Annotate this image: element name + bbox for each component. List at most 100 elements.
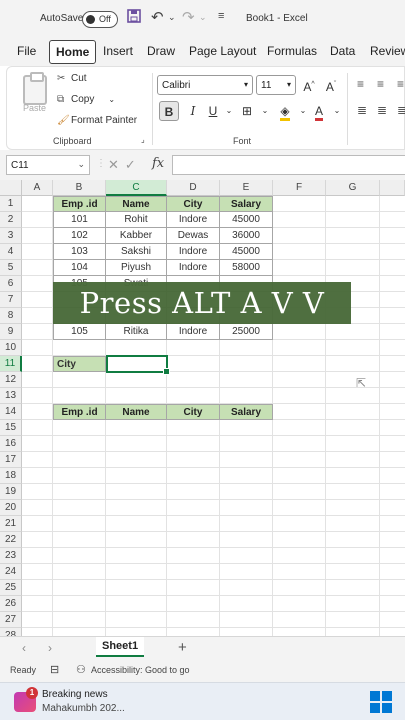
italic-button[interactable]: I <box>183 101 203 121</box>
column-header-g[interactable]: G <box>326 180 380 196</box>
active-cell-c11[interactable] <box>106 355 170 375</box>
row-header-10[interactable]: 10 <box>0 340 22 356</box>
cut-button[interactable]: ✂ Cut <box>57 73 87 84</box>
align-center-icon[interactable]: ≣ <box>377 103 387 117</box>
news-title[interactable]: Breaking news <box>42 689 108 700</box>
redo-dropdown-icon[interactable]: ⌄ <box>199 12 207 23</box>
font-color-icon[interactable]: A <box>309 101 329 121</box>
table-cell[interactable]: 104 <box>53 260 106 276</box>
select-all-corner[interactable] <box>0 180 22 196</box>
column-header-b[interactable]: B <box>53 180 106 196</box>
font-family-select[interactable]: Calibri ▾ <box>157 75 253 95</box>
format-painter-button[interactable]: 🖌Format Painter <box>57 115 137 126</box>
font-color-dropdown-icon[interactable]: ⌄ <box>327 101 347 121</box>
news-subtitle[interactable]: Mahakumbh 202... <box>42 703 125 714</box>
clipboard-launcher-icon[interactable]: ⌟ <box>141 135 145 144</box>
sheet-next-icon[interactable]: › <box>48 641 52 655</box>
table-cell[interactable]: 102 <box>53 228 106 244</box>
tab-draw[interactable]: Draw <box>147 44 175 58</box>
windows-start-icon[interactable] <box>370 691 392 713</box>
row-header-9[interactable]: 9 <box>0 324 22 340</box>
paste-icon[interactable] <box>23 72 47 105</box>
formula-input[interactable] <box>172 155 405 175</box>
add-sheet-icon[interactable]: + <box>178 639 187 656</box>
table-cell[interactable]: Ritika <box>106 324 167 340</box>
borders-dropdown-icon[interactable]: ⌄ <box>255 101 275 121</box>
table-header-cell[interactable]: Name <box>106 196 167 212</box>
insert-function-icon[interactable]: fx <box>152 156 164 171</box>
row-header-1[interactable]: 1 <box>0 196 22 212</box>
table-cell[interactable]: 105 <box>53 324 106 340</box>
row-header-7[interactable]: 7 <box>0 292 22 308</box>
row-header-8[interactable]: 8 <box>0 308 22 324</box>
row-header-3[interactable]: 3 <box>0 228 22 244</box>
drag-handle-icon[interactable]: ⋮ <box>96 158 106 169</box>
align-top-icon[interactable]: ≡ <box>357 77 364 91</box>
output-header-cell[interactable]: City <box>167 404 220 420</box>
row-header-20[interactable]: 20 <box>0 500 22 516</box>
column-header-c[interactable]: C <box>106 180 167 196</box>
cancel-enter-icons[interactable]: ✕✓ <box>108 157 142 173</box>
output-header-cell[interactable]: Salary <box>220 404 273 420</box>
column-header-f[interactable]: F <box>273 180 326 196</box>
row-header-5[interactable]: 5 <box>0 260 22 276</box>
increase-font-icon[interactable]: A^ <box>299 75 319 95</box>
align-left-icon[interactable]: ≣ <box>357 103 367 117</box>
tab-home[interactable]: Home <box>49 40 97 64</box>
tab-data[interactable]: Data <box>330 44 355 58</box>
column-header-d[interactable]: D <box>167 180 220 196</box>
row-header-23[interactable]: 23 <box>0 548 22 564</box>
row-header-25[interactable]: 25 <box>0 580 22 596</box>
column-header-a[interactable]: A <box>22 180 53 196</box>
output-header-cell[interactable]: Name <box>106 404 167 420</box>
table-cell[interactable]: 101 <box>53 212 106 228</box>
table-cell[interactable]: Rohit <box>106 212 167 228</box>
fill-color-icon[interactable]: ◈ <box>275 101 295 121</box>
row-header-4[interactable]: 4 <box>0 244 22 260</box>
paste-label[interactable]: Paste <box>23 103 46 113</box>
customize-qat-icon[interactable]: ≡ <box>218 10 224 22</box>
align-right-icon[interactable]: ≣ <box>397 103 405 117</box>
macro-record-icon[interactable]: ⊟ <box>50 663 59 676</box>
row-header-24[interactable]: 24 <box>0 564 22 580</box>
table-cell[interactable]: Indore <box>167 244 220 260</box>
table-cell[interactable]: Piyush <box>106 260 167 276</box>
borders-icon[interactable]: ⊞ <box>237 101 257 121</box>
output-header-cell[interactable]: Emp .id <box>53 404 106 420</box>
undo-icon[interactable]: ↶ <box>151 8 164 26</box>
autosave-toggle[interactable]: Off <box>82 11 118 28</box>
row-header-26[interactable]: 26 <box>0 596 22 612</box>
copy-button[interactable]: ⧉ Copy ⌄ <box>57 94 115 105</box>
row-header-21[interactable]: 21 <box>0 516 22 532</box>
save-icon[interactable] <box>127 9 141 27</box>
tab-page-layout[interactable]: Page Layout <box>189 44 256 58</box>
row-header-15[interactable]: 15 <box>0 420 22 436</box>
name-box[interactable]: C11 ⌄ <box>6 155 90 175</box>
column-header-h[interactable] <box>380 180 405 196</box>
tab-insert[interactable]: Insert <box>103 44 133 58</box>
table-cell[interactable]: Dewas <box>167 228 220 244</box>
font-size-select[interactable]: 11 ▾ <box>256 75 296 95</box>
row-header-11[interactable]: 11 <box>0 356 22 372</box>
row-header-27[interactable]: 27 <box>0 612 22 628</box>
table-cell[interactable]: 45000 <box>220 212 273 228</box>
decrease-font-icon[interactable]: Aˇ <box>321 75 341 95</box>
bold-button[interactable]: B <box>159 101 179 121</box>
sheet-prev-icon[interactable]: ‹ <box>22 641 26 655</box>
copy-dropdown-icon[interactable]: ⌄ <box>108 95 115 104</box>
row-header-14[interactable]: 14 <box>0 404 22 420</box>
row-header-6[interactable]: 6 <box>0 276 22 292</box>
align-bottom-icon[interactable]: ≡ <box>397 77 404 91</box>
table-header-cell[interactable]: City <box>167 196 220 212</box>
row-header-12[interactable]: 12 <box>0 372 22 388</box>
undo-dropdown-icon[interactable]: ⌄ <box>168 12 176 23</box>
row-header-13[interactable]: 13 <box>0 388 22 404</box>
row-header-18[interactable]: 18 <box>0 468 22 484</box>
worksheet-grid[interactable]: A B C D E F G 1 2 3 4 5 6 7 8 9 10 11 12 13 14 15 16 17 1… <box>0 180 405 644</box>
column-header-e[interactable]: E <box>220 180 273 196</box>
table-cell[interactable]: 45000 <box>220 244 273 260</box>
table-cell[interactable]: Indore <box>167 324 220 340</box>
sheet-tab-sheet1[interactable]: Sheet1 <box>96 637 145 657</box>
table-cell[interactable]: 36000 <box>220 228 273 244</box>
table-cell[interactable]: 103 <box>53 244 106 260</box>
